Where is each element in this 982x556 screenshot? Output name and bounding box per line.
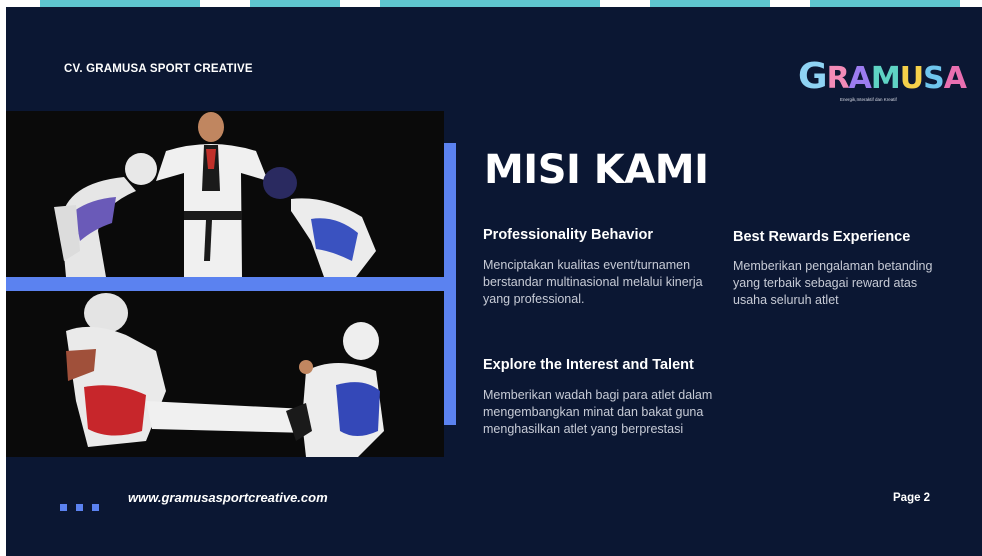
company-name: CV. GRAMUSA SPORT CREATIVE — [64, 63, 253, 75]
taekwondo-bow-photo — [6, 111, 444, 277]
logo-wordmark: GRAMUSA — [798, 56, 967, 97]
mission-heading-1: Professionality Behavior — [483, 227, 654, 243]
top-decorative-strip — [0, 0, 982, 7]
mission-body-1: Menciptakan kualitas event/turnamen bers… — [483, 258, 703, 306]
mission-body-3: Memberikan wadah bagi para atlet dalam m… — [483, 388, 713, 436]
slide-title: MISI KAMI — [484, 147, 709, 193]
decorative-dots — [60, 498, 108, 516]
page-number: Page 2 — [893, 492, 931, 504]
taekwondo-sparring-photo — [6, 291, 444, 457]
accent-band-horizontal — [6, 277, 456, 291]
slide: CV. GRAMUSA SPORT CREATIVE GRAMUSA Energ… — [6, 7, 982, 556]
mission-heading-3: Explore the Interest and Talent — [483, 357, 694, 373]
gramusa-logo: GRAMUSA Energik,Interaktif dan Kreatif — [798, 55, 967, 117]
mission-body-2: Memberikan pengalaman betanding yang ter… — [733, 259, 933, 307]
accent-band-vertical — [444, 143, 456, 425]
mission-heading-2: Best Rewards Experience — [733, 229, 911, 245]
logo-tagline: Energik,Interaktif dan Kreatif — [840, 97, 897, 102]
website-url[interactable]: www.gramusasportcreative.com — [128, 490, 328, 505]
